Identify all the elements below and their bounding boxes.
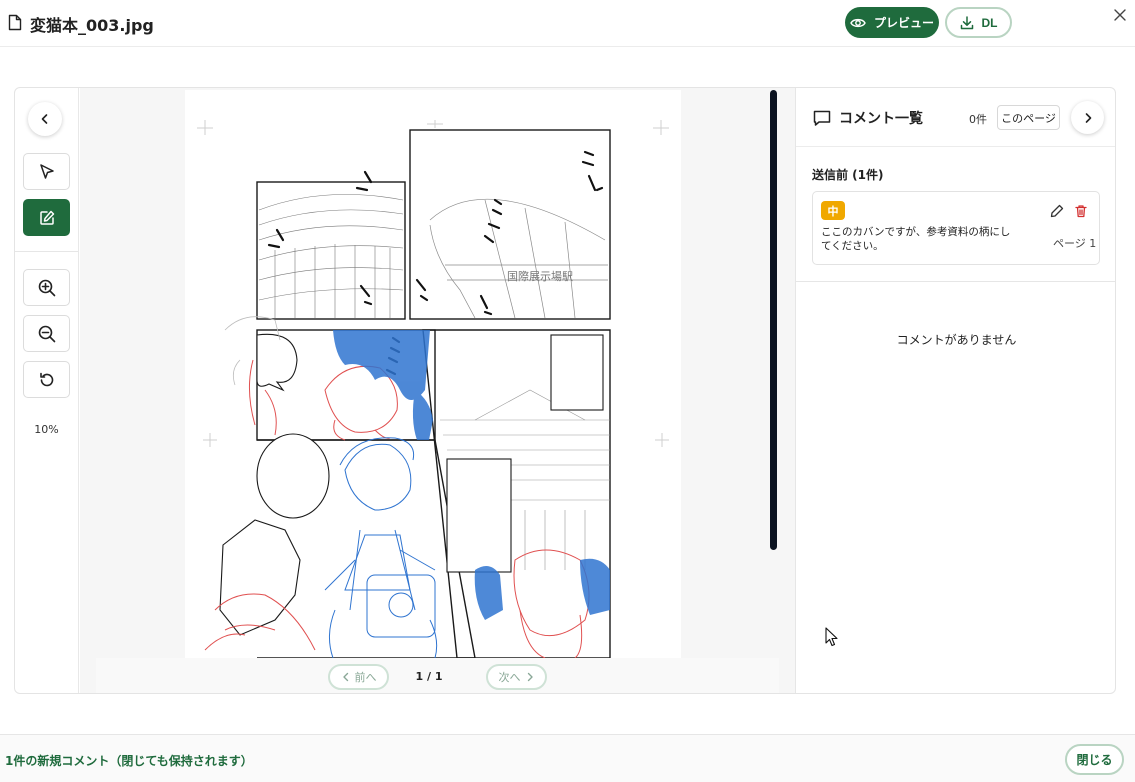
- page-indicator: 1 / 1: [415, 670, 443, 683]
- comments-panel-title: コメント一覧: [839, 111, 923, 127]
- download-button[interactable]: DL: [945, 7, 1012, 38]
- zoom-out-button[interactable]: [23, 315, 70, 352]
- close-icon[interactable]: [1111, 6, 1129, 24]
- top-bar: 変猫本_003.jpg プレビュー DL: [0, 0, 1135, 47]
- download-label: DL: [981, 15, 998, 30]
- comment-icon: [813, 110, 831, 126]
- eye-icon: [850, 18, 866, 27]
- building-sign-text: 国際展示場駅: [507, 270, 573, 283]
- pencil-icon[interactable]: [1050, 204, 1064, 218]
- edit-icon: [39, 210, 54, 225]
- annotate-tool-button[interactable]: [23, 199, 70, 236]
- comments-panel: コメント一覧 0件 このページ 送信前 (1件) 中 ここのカバンですが、参考資…: [795, 88, 1115, 693]
- preview-label: プレビュー: [873, 16, 934, 30]
- tool-sidebar: 10%: [15, 88, 79, 693]
- empty-comments-message: コメントがありません: [896, 333, 1017, 347]
- comment-text: ここのカバンですが、参考資料の柄にしてください。: [821, 226, 1011, 252]
- download-icon: [960, 15, 973, 29]
- pending-section-title: 送信前 (1件): [812, 168, 884, 182]
- chevron-left-icon: [342, 672, 348, 682]
- viewer-scrollbar[interactable]: [770, 90, 777, 550]
- trash-icon[interactable]: [1074, 204, 1088, 218]
- rotate-ccw-icon: [39, 372, 53, 386]
- comment-page-ref: ページ 1: [1053, 237, 1097, 250]
- panel-divider: [796, 281, 1115, 282]
- page-navigation: 前へ 1 / 1 次へ: [96, 658, 779, 693]
- select-tool-button[interactable]: [23, 153, 70, 190]
- manga-page-image[interactable]: 国際展示場駅: [185, 90, 681, 658]
- chevron-left-icon: [41, 114, 48, 124]
- preview-button[interactable]: プレビュー: [845, 7, 939, 38]
- chevron-right-icon: [527, 672, 533, 682]
- toolbar-divider: [15, 251, 78, 252]
- footer-bar: 1件の新規コメント（閉じても保持されます） 閉じる: [0, 734, 1135, 782]
- file-title: 変猫本_003.jpg: [30, 16, 154, 35]
- zoom-in-icon: [38, 279, 55, 296]
- priority-badge: 中: [821, 201, 845, 220]
- comments-panel-header: コメント一覧 0件 このページ: [796, 88, 1115, 147]
- manga-page-illustration: 国際展示場駅: [197, 120, 669, 658]
- mouse-cursor-icon: [825, 627, 838, 647]
- pointer-icon: [39, 163, 54, 179]
- review-card: 10% 国際展示場駅 前へ 1 / 1 次へ コメント一覧 0件 このページ 送…: [14, 87, 1116, 694]
- file-icon: [8, 14, 22, 31]
- next-page-button[interactable]: 次へ: [486, 664, 547, 690]
- this-page-filter-button[interactable]: このページ: [997, 105, 1060, 130]
- zoom-level: 10%: [34, 423, 59, 436]
- new-comment-notice: 1件の新規コメント（閉じても保持されます）: [5, 754, 253, 768]
- pending-comment-card[interactable]: 中 ここのカバンですが、参考資料の柄にしてください。 ページ 1: [812, 191, 1100, 265]
- collapse-back-button[interactable]: [28, 102, 62, 136]
- collapse-panel-button[interactable]: [1071, 101, 1104, 134]
- prev-page-label: 前へ: [354, 672, 377, 684]
- chevron-right-icon: [1085, 112, 1091, 123]
- image-viewer[interactable]: 国際展示場駅 前へ 1 / 1 次へ: [80, 88, 795, 693]
- reset-zoom-button[interactable]: [23, 361, 70, 398]
- next-page-label: 次へ: [498, 672, 521, 684]
- comment-count: 0件: [969, 113, 987, 126]
- zoom-out-icon: [38, 325, 55, 342]
- prev-page-button[interactable]: 前へ: [328, 664, 389, 690]
- close-button[interactable]: 閉じる: [1065, 744, 1124, 775]
- zoom-in-button[interactable]: [23, 269, 70, 306]
